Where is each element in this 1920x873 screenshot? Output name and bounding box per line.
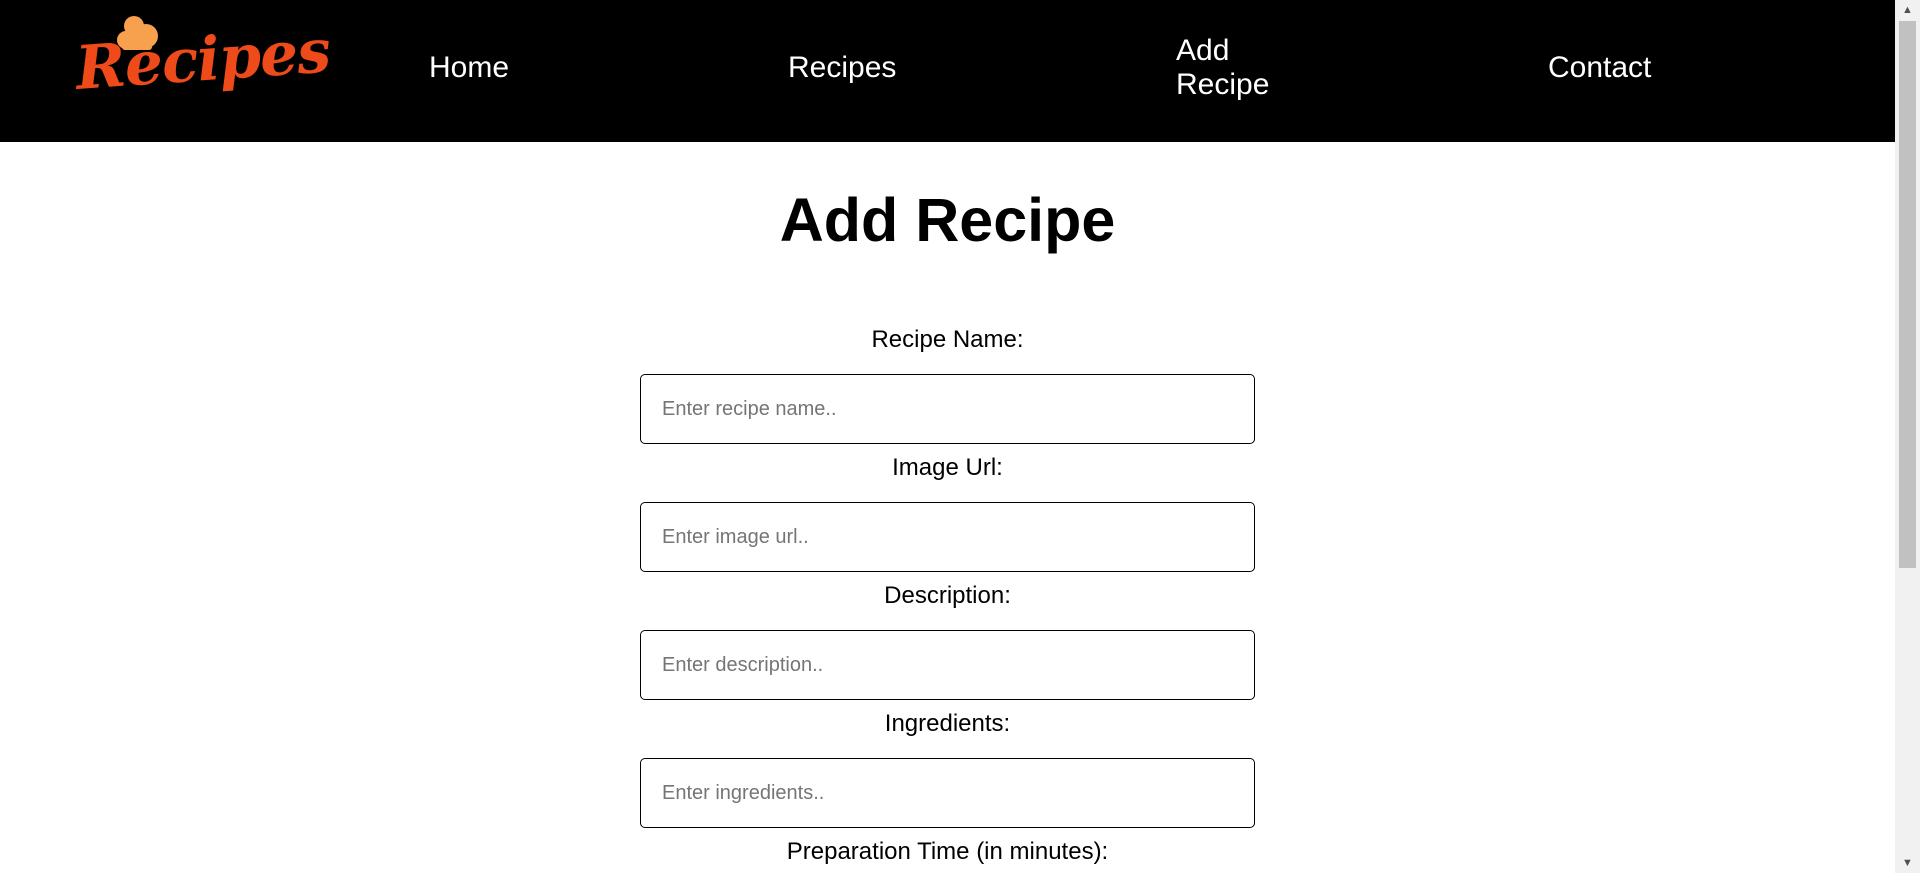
ingredients-label: Ingredients: [884,710,1011,737]
page: Recipes Home Recipes Add Recipe Contact … [0,0,1895,873]
navbar: Recipes Home Recipes Add Recipe Contact [0,0,1895,142]
nav-item-home[interactable]: Home [429,51,509,85]
recipe-name-label: Recipe Name: [871,326,1024,353]
scrollbar-thumb[interactable] [1899,21,1916,568]
ingredients-input[interactable] [640,758,1255,828]
description-input[interactable] [640,630,1255,700]
preparation-time-label: Preparation Time (in minutes): [786,838,1109,865]
image-url-label: Image Url: [892,454,1003,481]
scroll-up-icon[interactable]: ▲ [1895,0,1920,20]
page-title: Add Recipe [779,186,1116,254]
recipe-name-input[interactable] [640,374,1255,444]
nav-item-recipes[interactable]: Recipes [788,51,896,85]
nav-item-contact[interactable]: Contact [1548,51,1651,85]
vertical-scrollbar[interactable]: ▲ ▼ [1895,0,1920,873]
image-url-input[interactable] [640,502,1255,572]
description-label: Description: [884,582,1011,609]
nav-item-add-recipe[interactable]: Add Recipe [1176,34,1276,102]
logo[interactable]: Recipes [74,12,332,120]
scroll-down-icon[interactable]: ▼ [1895,853,1920,873]
